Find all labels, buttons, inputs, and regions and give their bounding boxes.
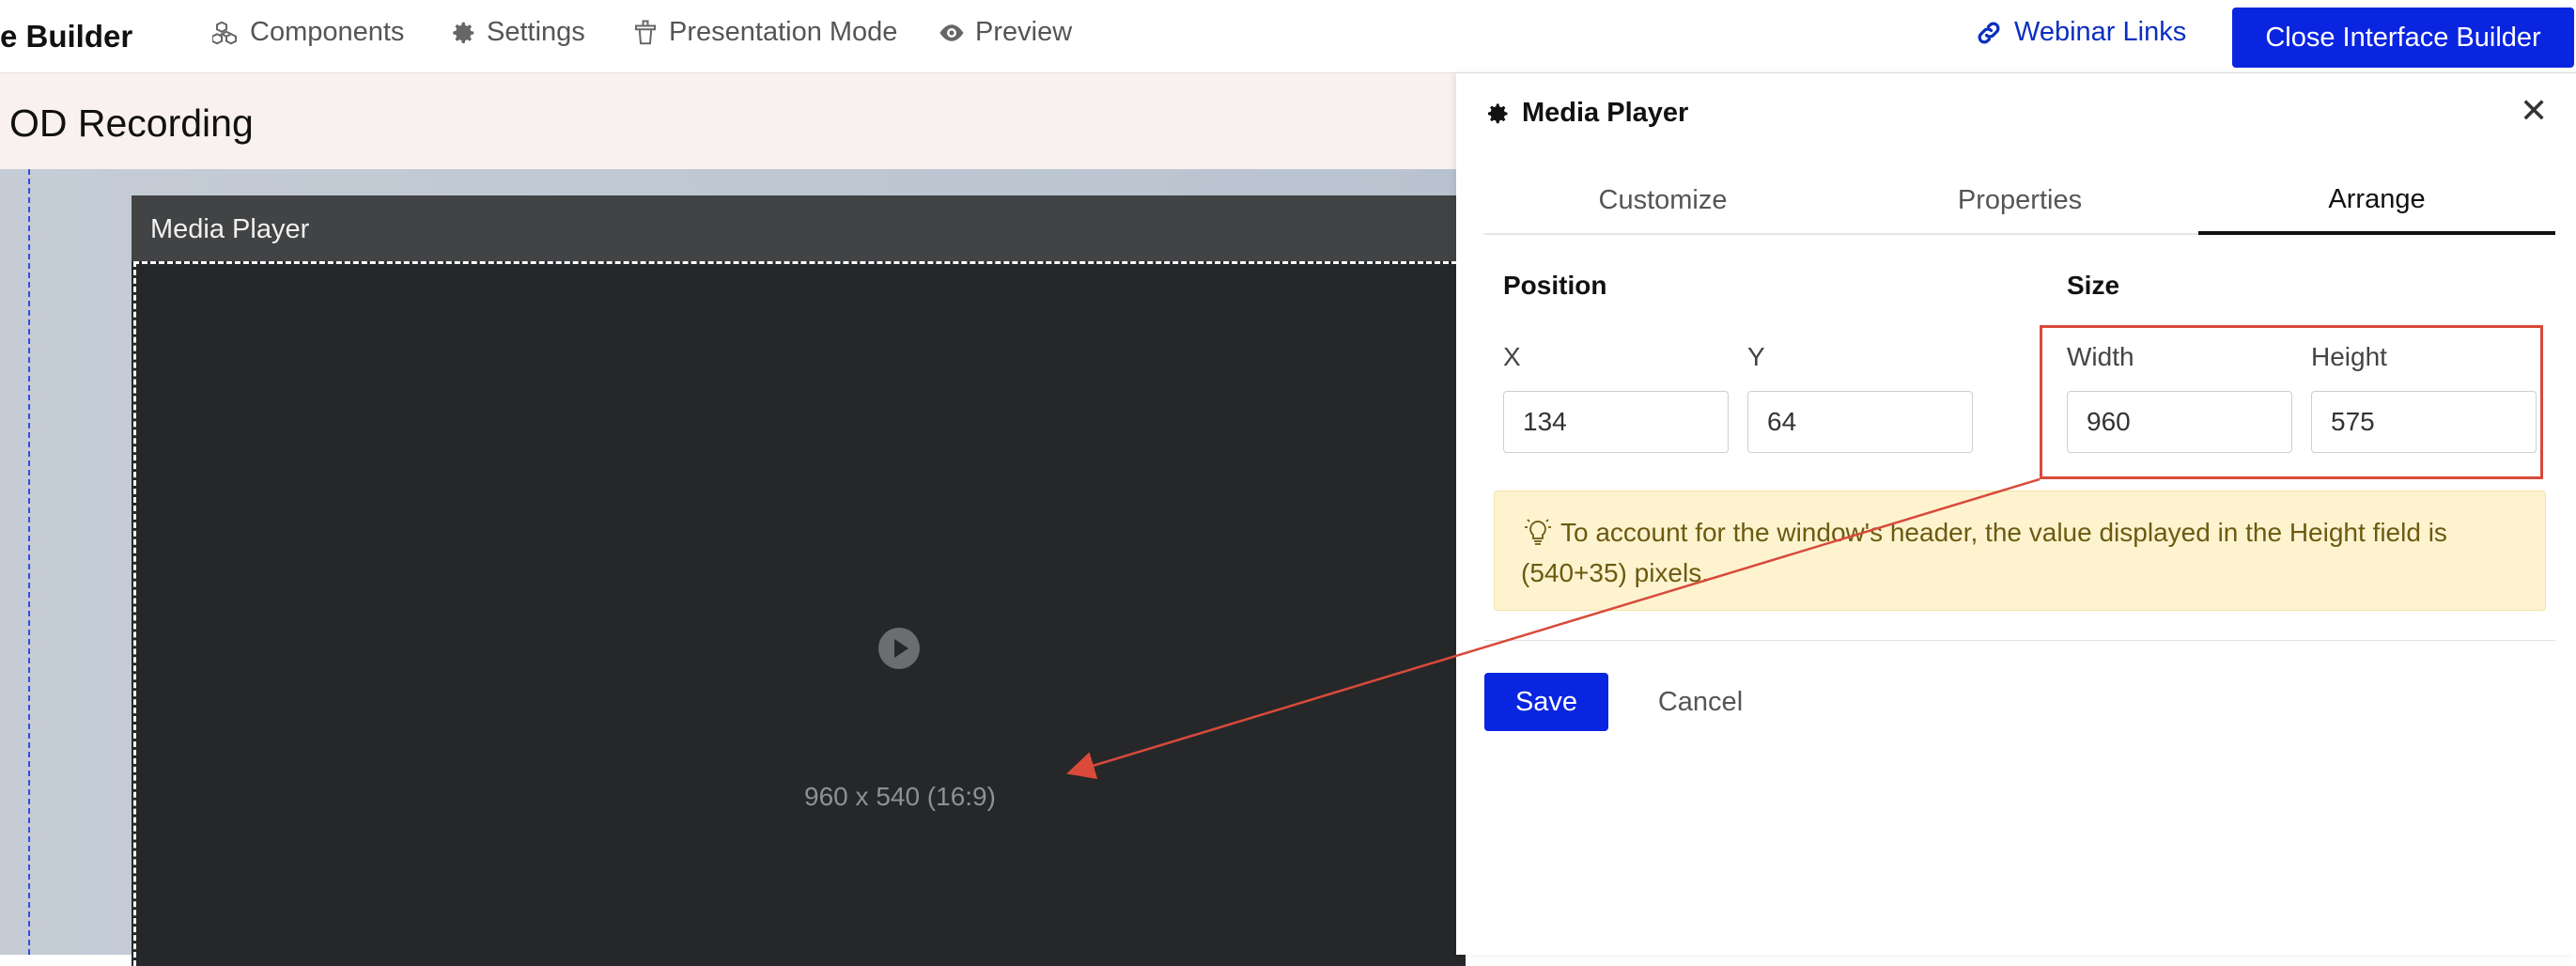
cubes-icon bbox=[212, 21, 237, 44]
lightbulb-icon bbox=[1525, 519, 1551, 545]
panel-tabs: Customize Properties Arrange bbox=[1484, 167, 2555, 235]
components-label: Components bbox=[250, 17, 405, 47]
alignment-guide bbox=[28, 169, 30, 955]
page-header: OD Recording bbox=[0, 73, 1456, 169]
presentation-mode-label: Presentation Mode bbox=[669, 17, 898, 47]
webinar-links-label: Webinar Links bbox=[2014, 17, 2187, 47]
link-icon bbox=[1978, 22, 2000, 43]
eye-icon bbox=[939, 23, 964, 41]
y-label: Y bbox=[1747, 342, 1765, 371]
top-toolbar: e Builder Components Settings Presentati… bbox=[0, 0, 2576, 73]
preview-label: Preview bbox=[975, 17, 1073, 47]
media-dimensions-label: 960 x 540 (16:9) bbox=[804, 782, 996, 811]
hint-text: To account for the window's header, the … bbox=[1521, 518, 2447, 587]
play-icon bbox=[878, 628, 920, 669]
tab-arrange[interactable]: Arrange bbox=[2198, 167, 2555, 235]
properties-panel: Media Player ✕ Customize Properties Arra… bbox=[1456, 73, 2576, 955]
components-menu[interactable]: Components bbox=[212, 17, 404, 48]
height-hint-alert: To account for the window's header, the … bbox=[1494, 491, 2546, 611]
size-heading: Size bbox=[2067, 271, 2120, 300]
divider bbox=[1484, 640, 2555, 641]
x-label: X bbox=[1503, 342, 1521, 371]
close-icon[interactable]: ✕ bbox=[2520, 94, 2548, 128]
panel-title-label: Media Player bbox=[1522, 98, 1689, 128]
position-heading: Position bbox=[1503, 271, 1607, 300]
settings-menu[interactable]: Settings bbox=[449, 17, 585, 48]
close-interface-builder-button[interactable]: Close Interface Builder bbox=[2232, 8, 2574, 68]
media-player-header[interactable]: Media Player bbox=[132, 195, 1466, 261]
gear-icon bbox=[1487, 103, 1508, 123]
panel-title: Media Player bbox=[1484, 98, 1688, 129]
x-position-input[interactable] bbox=[1503, 391, 1729, 453]
page-title: OD Recording bbox=[9, 101, 254, 145]
media-player-component[interactable]: Media Player bbox=[132, 195, 1466, 966]
gear-icon bbox=[453, 22, 474, 43]
media-player-body[interactable] bbox=[133, 261, 1466, 966]
tab-customize[interactable]: Customize bbox=[1484, 167, 1841, 233]
settings-label: Settings bbox=[487, 17, 585, 47]
size-annotation-box bbox=[2040, 325, 2543, 479]
y-position-input[interactable] bbox=[1747, 391, 1973, 453]
save-button[interactable]: Save bbox=[1484, 673, 1608, 731]
presentation-mode-menu[interactable]: Presentation Mode bbox=[631, 17, 897, 48]
webinar-links-link[interactable]: Webinar Links bbox=[1975, 17, 2186, 48]
preview-menu[interactable]: Preview bbox=[938, 17, 1072, 48]
builder-canvas[interactable]: Media Player bbox=[0, 169, 1466, 966]
cancel-button[interactable]: Cancel bbox=[1625, 673, 1776, 731]
tab-properties[interactable]: Properties bbox=[1841, 167, 2198, 233]
podium-icon bbox=[635, 20, 656, 44]
app-title: e Builder bbox=[0, 19, 133, 54]
